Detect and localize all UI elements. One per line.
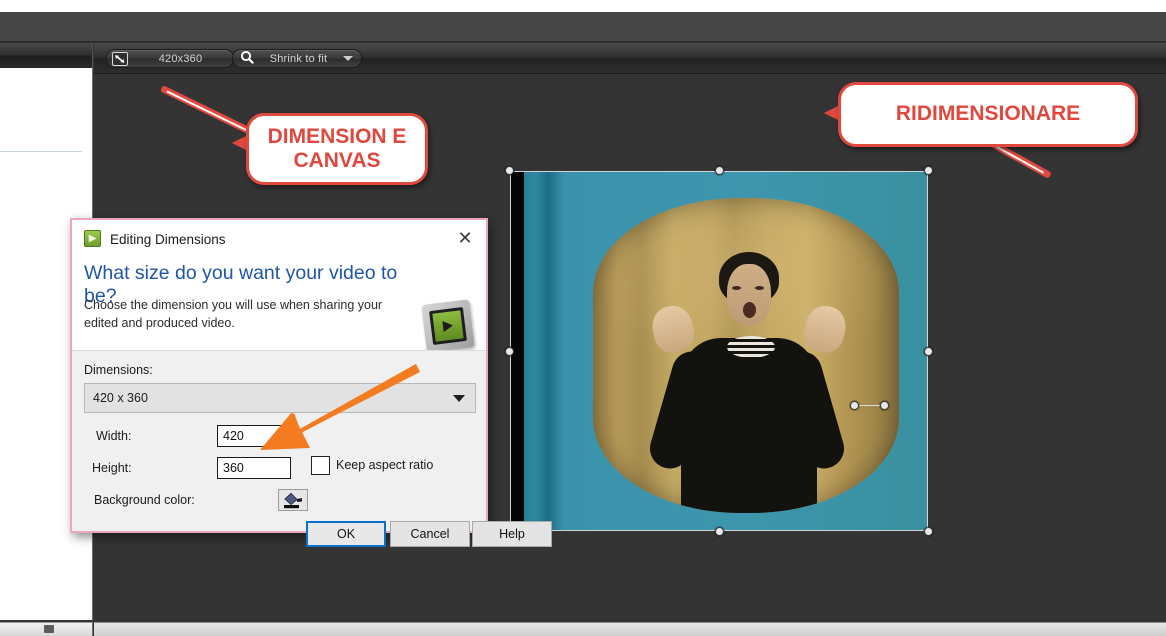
video-tv-screen [593, 198, 899, 513]
resize-handle-bottom-right[interactable] [924, 527, 933, 536]
resize-handle-top-left[interactable] [505, 166, 514, 175]
dialog-titlebar: Editing Dimensions ✕ [72, 220, 486, 256]
video-preview[interactable] [510, 171, 928, 531]
paint-bucket-icon[interactable] [278, 489, 308, 511]
cancel-button[interactable]: Cancel [390, 521, 470, 547]
ok-button[interactable]: OK [306, 521, 386, 547]
camtasia-green-icon [84, 230, 101, 247]
subject-eye-left [732, 286, 741, 290]
left-panel-scrollbar-thumb[interactable] [44, 625, 54, 633]
resize-handle-middle-right[interactable] [924, 347, 933, 356]
dialog-subtext: Choose the dimension you will use when s… [84, 298, 383, 331]
canvas-horizontal-scrollbar[interactable] [94, 622, 1166, 636]
resize-handle-bottom-center[interactable] [715, 527, 724, 536]
height-label: Height: [92, 461, 132, 475]
width-label: Width: [96, 429, 132, 443]
dialog-header: What size do you want your video to be? … [72, 256, 486, 353]
subject-mouth [743, 302, 756, 318]
left-panel-divider [0, 151, 82, 152]
camtasia-filmstrip-icon [421, 299, 475, 353]
camtasia-filmstrip-icon-inner [429, 307, 467, 345]
dialog-title: Editing Dimensions [110, 232, 226, 247]
orange-pointer-arrow [260, 364, 420, 450]
application-toolbar-band [0, 12, 1166, 42]
resize-handle-rotate[interactable] [850, 401, 859, 410]
canvas-dimensions-button[interactable]: 420x360 [106, 49, 234, 68]
left-panel-header [0, 43, 93, 68]
callout-resize: RIDIMENSIONARE [838, 82, 1138, 147]
canvas-zoom-label: Shrink to fit [269, 52, 328, 65]
canvas-zoom-dropdown[interactable]: Shrink to fit [232, 49, 362, 68]
subject-eye-right [755, 286, 764, 290]
callout-canvas: DIMENSION E CANVAS [246, 113, 428, 185]
resize-handle-middle-left[interactable] [505, 347, 514, 356]
close-icon[interactable]: ✕ [454, 229, 476, 249]
dimensions-label: Dimensions: [84, 363, 153, 377]
subject-hand-right [800, 302, 850, 356]
height-input[interactable]: 360 [217, 457, 291, 479]
keep-aspect-ratio-checkbox[interactable] [311, 456, 330, 475]
chevron-down-icon [343, 56, 353, 61]
top-white-strip [0, 0, 1166, 12]
resize-handle-rotate-outer[interactable] [880, 401, 889, 410]
resize-handle-top-center[interactable] [715, 166, 724, 175]
help-button[interactable]: Help [472, 521, 552, 547]
subject-hand-left [648, 302, 698, 356]
subject-collar [727, 336, 775, 358]
keep-aspect-ratio-label: Keep aspect ratio [336, 458, 434, 472]
background-color-label: Background color: [94, 493, 195, 507]
video-selection-group[interactable] [505, 166, 933, 536]
chevron-down-icon [453, 394, 465, 402]
resize-handle-top-right[interactable] [924, 166, 933, 175]
subject-torso [681, 338, 817, 513]
video-media [511, 172, 927, 530]
magnifier-icon [240, 50, 254, 67]
resize-diagonal-icon [112, 51, 128, 66]
canvas-dimensions-label: 420x360 [158, 52, 203, 65]
